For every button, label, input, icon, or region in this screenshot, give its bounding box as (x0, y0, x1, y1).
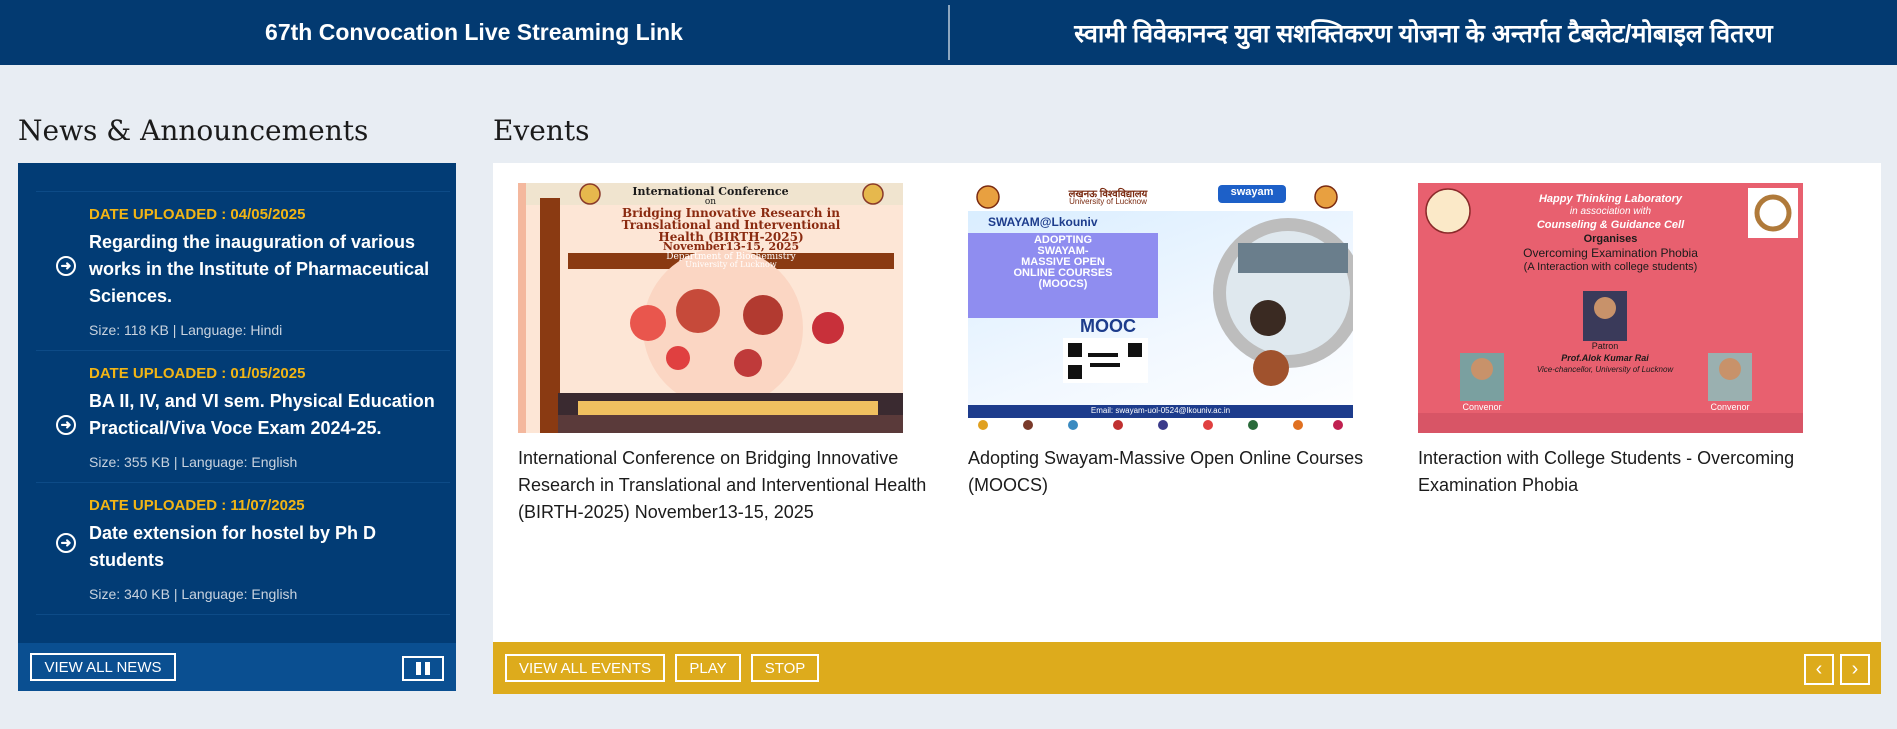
tablet-distribution-link[interactable]: स्वामी विवेकानन्द युवा सशक्तिकरण योजना क… (950, 0, 1897, 65)
events-heading: Events (493, 114, 590, 147)
poster-subtitle: (A Interaction with college students) (1523, 261, 1698, 273)
news-meta: Size: 340 KB | Language: English (89, 586, 298, 602)
circle-arrow-right-icon: ➜ (56, 533, 76, 553)
chevron-left-icon[interactable]: ‹ (1804, 654, 1834, 685)
poster-handle: SWAYAM@Lkouniv (988, 215, 1098, 229)
news-item: DATE UPLOADED : 11/07/2025 ➜ Date extens… (36, 483, 450, 615)
view-all-news-button[interactable]: VIEW ALL NEWS (30, 653, 176, 681)
poster-email: Email: swayam-uol-0524@lkouniv.ac.in (1090, 406, 1231, 415)
top-banner: 67th Convocation Live Streaming Link स्व… (0, 0, 1897, 65)
poster-swayam-logo: swayam (1230, 186, 1274, 198)
convocation-stream-link[interactable]: 67th Convocation Live Streaming Link (0, 0, 948, 65)
news-meta: Size: 355 KB | Language: English (89, 454, 298, 470)
poster-convenor-2: Convenor (1710, 402, 1750, 412)
stop-button[interactable]: STOP (751, 654, 819, 682)
circle-arrow-right-icon: ➜ (56, 415, 76, 435)
news-panel: DATE UPLOADED : 04/05/2025 ➜ Regarding t… (18, 163, 456, 691)
news-title-link[interactable]: Date extension for hostel by Ph D studen… (89, 520, 440, 574)
news-date: DATE UPLOADED : 01/05/2025 (89, 365, 306, 382)
events-panel: International Conference on Bridging Inn… (493, 163, 1881, 694)
poster-assoc: in association with (1569, 206, 1652, 217)
event-card[interactable]: Happy Thinking Laboratory in association… (1393, 183, 1803, 499)
poster-uni-english: University of Lucknow (1069, 197, 1147, 206)
event-title[interactable]: Adopting Swayam-Massive Open Online Cour… (968, 445, 1398, 499)
event-poster-image[interactable]: लखनऊ विश्वविद्यालय University of Lucknow… (968, 183, 1353, 433)
poster-cell: Counseling & Guidance Cell (1536, 219, 1685, 231)
poster-topic: Overcoming Examination Phobia (1523, 246, 1698, 260)
news-heading: News & Announcements (18, 114, 369, 147)
play-button[interactable]: PLAY (675, 654, 741, 682)
circle-arrow-right-icon: ➜ (56, 256, 76, 276)
poster-mooc: MOOC (1080, 316, 1136, 336)
chevron-right-icon[interactable]: › (1840, 654, 1870, 685)
pause-icon[interactable] (402, 656, 444, 681)
news-item: DATE UPLOADED : 01/05/2025 ➜ BA II, IV, … (36, 351, 450, 483)
news-meta: Size: 118 KB | Language: Hindi (89, 322, 283, 338)
news-list: DATE UPLOADED : 04/05/2025 ➜ Regarding t… (36, 191, 450, 615)
news-date: DATE UPLOADED : 11/07/2025 (89, 497, 305, 514)
poster-dept2: University of Lucknow (685, 260, 777, 269)
poster-lab: Happy Thinking Laboratory (1538, 193, 1682, 205)
news-title-link[interactable]: BA II, IV, and VI sem. Physical Educatio… (89, 388, 440, 442)
event-card[interactable]: International Conference on Bridging Inn… (493, 183, 926, 526)
news-date: DATE UPLOADED : 04/05/2025 (89, 206, 306, 223)
poster-patron-name: Prof.Alok Kumar Rai (1561, 353, 1649, 363)
event-title[interactable]: Interaction with College Students - Over… (1418, 445, 1848, 499)
event-poster-image[interactable]: Happy Thinking Laboratory in association… (1418, 183, 1803, 433)
event-poster-image[interactable]: International Conference on Bridging Inn… (518, 183, 903, 433)
poster-patron-role: Vice-chancellor, University of Lucknow (1536, 365, 1674, 374)
poster-head5: (MOOCS) (1038, 278, 1088, 290)
view-all-events-button[interactable]: VIEW ALL EVENTS (505, 654, 665, 682)
poster-organises: Organises (1583, 233, 1638, 245)
event-card[interactable]: लखनऊ विश्वविद्यालय University of Lucknow… (943, 183, 1363, 499)
event-title[interactable]: International Conference on Bridging Inn… (518, 445, 948, 526)
news-footer: VIEW ALL NEWS (18, 643, 456, 691)
news-item: DATE UPLOADED : 04/05/2025 ➜ Regarding t… (36, 192, 450, 351)
events-footer: VIEW ALL EVENTS PLAY STOP ‹ › (493, 642, 1881, 694)
poster-patron: Patron (1591, 341, 1619, 351)
poster-convenor-1: Convenor (1462, 402, 1502, 412)
news-title-link[interactable]: Regarding the inauguration of various wo… (89, 229, 440, 310)
